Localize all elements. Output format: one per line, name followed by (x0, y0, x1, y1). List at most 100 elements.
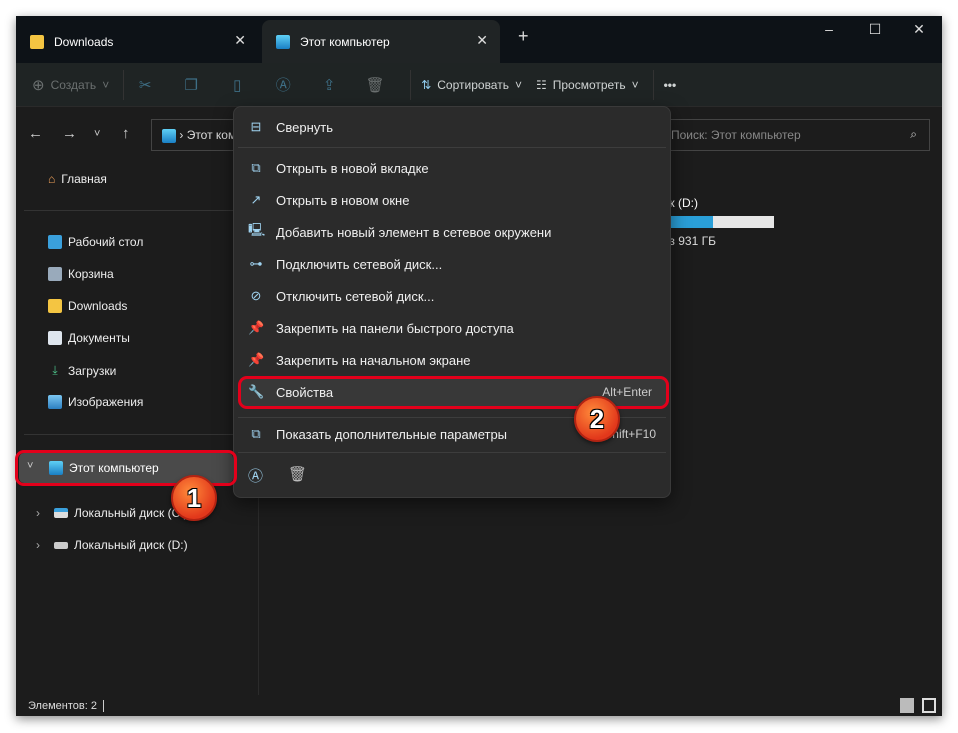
sidebar-item-label: Локальный диск (C:) (74, 506, 188, 520)
close-tab-icon[interactable]: ✕ (234, 32, 246, 49)
sidebar-item-desktop[interactable]: Рабочий стол (48, 235, 143, 249)
recent-chevron-icon[interactable]: ˅ (94, 128, 100, 140)
create-label: Создать (50, 77, 97, 92)
document-icon (48, 331, 62, 345)
sidebar-item-label: Главная (61, 172, 107, 186)
divider (410, 69, 412, 100)
collapse-icon: ⊟ (250, 119, 262, 134)
divider (24, 210, 259, 211)
copy-icon[interactable]: ❐ (180, 76, 202, 94)
plus-circle-icon: ⊕ (32, 76, 45, 94)
menu-item-label: Отключить сетевой диск... (276, 288, 435, 304)
create-button[interactable]: ⊕ Создать ˅ (32, 76, 109, 94)
menu-item-add-network-location[interactable]: 🖳 Добавить новый элемент в сетевое окруже… (234, 217, 670, 247)
divider (652, 69, 654, 100)
tab-downloads[interactable]: Downloads ✕ (16, 20, 258, 63)
step-badge-2: 2 (574, 396, 620, 442)
delete-icon[interactable]: 🗑 (288, 465, 307, 483)
delete-icon[interactable]: 🗑 (364, 76, 386, 94)
sidebar-item-drive-c[interactable]: › Локальный диск (C:) (36, 506, 188, 520)
divider (102, 700, 104, 712)
menu-item-pin-start[interactable]: 📌 Закрепить на начальном экране (234, 345, 670, 375)
sidebar-item-downloads[interactable]: ⤓ Загрузки (48, 363, 116, 378)
navigation-pane: ⌂ Главная Рабочий стол Корзина Downloads … (16, 160, 259, 695)
chevron-down-icon: ˅ (631, 77, 639, 92)
menu-item-disconnect-network-drive[interactable]: ⊘ Отключить сетевой диск... (234, 281, 670, 311)
pin-icon: 📌 (248, 320, 265, 335)
more-options-icon: ⧉ (251, 426, 261, 441)
menu-item-map-network-drive[interactable]: ⊶ Подключить сетевой диск... (234, 249, 670, 279)
tiles-view-icon[interactable] (922, 698, 936, 713)
menu-item-label: Добавить новый элемент в сетевое окружен… (276, 224, 552, 240)
menu-item-label: Открыть в новой вкладке (276, 160, 429, 176)
pictures-icon (48, 395, 62, 409)
desktop-icon (48, 235, 62, 249)
recycle-bin-icon (48, 267, 62, 281)
sidebar-item-drive-d[interactable]: › Локальный диск (D:) (36, 538, 188, 552)
sidebar-item-home[interactable]: ⌂ Главная (48, 172, 107, 186)
network-location-icon: 🖳 (248, 222, 266, 237)
rename-icon[interactable]: Ⓐ (248, 465, 263, 486)
minimize-button[interactable]: – (806, 16, 852, 42)
menu-item-pin-quick-access[interactable]: 📌 Закрепить на панели быстрого доступа (234, 313, 670, 343)
rename-icon[interactable]: Ⓐ (272, 74, 294, 95)
sidebar-item-label: Локальный диск (D:) (74, 538, 188, 552)
step-badge-1: 1 (171, 475, 217, 521)
paste-icon[interactable]: ▯ (226, 76, 248, 94)
sidebar-item-label: Документы (68, 331, 130, 345)
system-drive-icon (54, 508, 68, 518)
maximize-button[interactable]: ☐ (852, 16, 898, 42)
menu-separator (238, 147, 666, 148)
sidebar-item-downloads-folder[interactable]: Downloads (48, 299, 127, 313)
toolbar: ⊕ Создать ˅ ✂ ❐ ▯ Ⓐ ⇪ 🗑 ⇅ Сортировать ˅ ☷ Про… (16, 63, 942, 106)
sidebar-item-documents[interactable]: Документы (48, 331, 130, 345)
sidebar-item-label: Рабочий стол (68, 235, 144, 249)
sidebar-item-pictures[interactable]: Изображения (48, 395, 143, 409)
search-placeholder: Поиск: Этот компьютер (671, 128, 801, 142)
menu-separator (238, 452, 666, 453)
sidebar-item-label: Downloads (68, 299, 128, 313)
up-icon[interactable]: ↑ (122, 125, 130, 142)
download-icon: ⤓ (52, 363, 58, 377)
share-icon[interactable]: ⇪ (318, 76, 340, 94)
menu-item-label: Показать дополнительные параметры (276, 426, 508, 442)
view-icon: ☷ (535, 77, 547, 92)
new-tab-button[interactable]: + (518, 26, 529, 47)
folder-icon (48, 299, 62, 313)
menu-item-label: Подключить сетевой диск... (276, 256, 443, 272)
network-drive-icon: ⊶ (249, 256, 263, 271)
pin-icon: 📌 (248, 352, 265, 367)
sidebar-item-label: Корзина (68, 267, 114, 281)
view-label: Просмотреть (552, 77, 626, 92)
search-icon: ⌕ (910, 127, 917, 141)
search-input[interactable]: Поиск: Этот компьютер ⌕ (660, 119, 930, 151)
menu-item-open-new-tab[interactable]: ⧉ Открыть в новой вкладке (234, 153, 670, 183)
tab-this-pc[interactable]: Этот компьютер ✕ (262, 20, 500, 63)
close-tab-icon[interactable]: ✕ (476, 32, 488, 49)
folder-icon (30, 34, 44, 49)
sidebar-item-recycle-bin[interactable]: Корзина (48, 267, 114, 281)
open-new-tab-icon: ⧉ (251, 160, 261, 175)
details-view-icon[interactable] (900, 698, 914, 713)
open-new-window-icon: ↗ (250, 192, 262, 207)
close-button[interactable]: ✕ (896, 16, 942, 42)
menu-item-collapse[interactable]: ⊟ Свернуть (234, 112, 670, 142)
view-button[interactable]: ☷ Просмотреть ˅ (536, 78, 639, 92)
tab-label: Этот компьютер (300, 34, 390, 49)
cut-icon[interactable]: ✂ (134, 76, 156, 94)
menu-item-label: Закрепить на панели быстрого доступа (276, 320, 514, 336)
sort-icon: ⇅ (421, 77, 432, 92)
forward-icon[interactable]: → (62, 125, 77, 142)
computer-icon (162, 128, 176, 143)
sidebar-item-label: Изображения (68, 395, 144, 409)
breadcrumb-chevron-icon: › (179, 128, 187, 142)
drive-icon (54, 541, 68, 549)
menu-item-open-new-window[interactable]: ↗ Открыть в новом окне (234, 185, 670, 215)
home-icon: ⌂ (48, 172, 56, 186)
tab-label: Downloads (54, 34, 114, 49)
more-button[interactable]: ••• (664, 78, 677, 92)
menu-item-label: Открыть в новом окне (276, 192, 410, 208)
chevron-down-icon: ˅ (102, 77, 110, 92)
back-icon[interactable]: ← (28, 125, 43, 142)
sort-button[interactable]: ⇅ Сортировать ˅ (421, 78, 522, 92)
